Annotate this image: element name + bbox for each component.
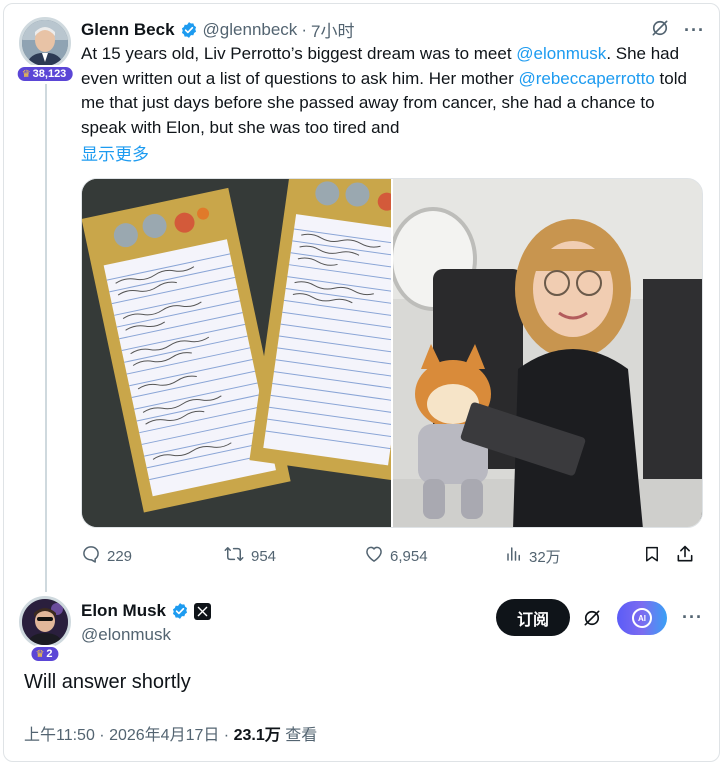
grok-icon[interactable]: [650, 18, 670, 43]
views-action[interactable]: 32万: [505, 545, 643, 567]
avatar[interactable]: [19, 596, 71, 648]
mention-link[interactable]: @rebeccaperrotto: [518, 69, 654, 88]
author-name[interactable]: Glenn Beck: [81, 20, 175, 40]
reply-count: 229: [107, 547, 133, 565]
more-icon[interactable]: ···: [682, 607, 703, 628]
views-icon[interactable]: [505, 545, 523, 567]
elon-musk-avatar-wrap[interactable]: ♛ 2: [19, 596, 71, 663]
tweet-text-segment: At 15 years old, Liv Perrotto’s biggest …: [81, 44, 517, 63]
trophy-icon: ♛: [21, 68, 31, 80]
tweet-top-icons: ···: [650, 18, 705, 43]
reply-view-label: 查看: [280, 727, 318, 744]
media-image-girl[interactable]: [393, 179, 702, 527]
repost-count: 954: [251, 547, 277, 565]
ai-button[interactable]: AI: [617, 601, 667, 635]
reply-text: Will answer shortly: [24, 671, 191, 693]
share-action[interactable]: [675, 544, 701, 568]
x-logo-icon: [194, 602, 212, 620]
author-handle[interactable]: @glennbeck: [203, 20, 298, 40]
show-more-link[interactable]: 显示更多: [81, 140, 149, 165]
author-name[interactable]: Elon Musk: [81, 601, 166, 621]
glenn-beck-avatar-wrap[interactable]: ♛ 38,123: [15, 17, 75, 83]
ai-icon: AI: [632, 608, 652, 628]
tweet-text: At 15 years old, Liv Perrotto’s biggest …: [81, 42, 701, 140]
more-icon[interactable]: ···: [684, 20, 705, 41]
bookmark-icon[interactable]: [643, 544, 661, 568]
reply-meta: 上午11:50 · 2026年4月17日 · 23.1万 查看: [24, 721, 317, 745]
trophy-icon: ♛: [35, 648, 45, 660]
media-image-letters[interactable]: [82, 179, 391, 527]
badge: ♛ 38,123: [15, 65, 75, 83]
repost-action[interactable]: 954: [223, 544, 364, 568]
tweet-header: Glenn Beck @glennbeck · 7小时: [81, 17, 354, 42]
verified-icon: [180, 21, 198, 39]
like-icon[interactable]: [364, 544, 384, 568]
tweet-actions: 229 954 6,954 32万: [81, 544, 703, 568]
views-count: 32万: [529, 548, 561, 566]
repost-icon[interactable]: [223, 544, 245, 568]
like-action[interactable]: 6,954: [364, 544, 505, 568]
separator: ·: [301, 19, 307, 39]
bookmark-action[interactable]: [643, 544, 675, 568]
reply-view-count: 23.1万: [233, 727, 281, 744]
reply-handle-row: @elonmusk: [81, 625, 171, 645]
reply-timestamp[interactable]: 上午11:50 · 2026年4月17日 ·: [24, 727, 234, 744]
reply-action[interactable]: 229: [81, 544, 223, 568]
avatar[interactable]: [19, 17, 71, 69]
share-icon[interactable]: [675, 544, 695, 568]
tweet-time[interactable]: 7小时: [311, 17, 354, 42]
grok-icon[interactable]: [582, 608, 602, 633]
reply-icon[interactable]: [81, 544, 101, 568]
verified-icon: [171, 602, 189, 620]
mention-link[interactable]: @elonmusk: [516, 44, 606, 63]
author-handle[interactable]: @elonmusk: [81, 625, 171, 645]
badge: ♛ 2: [29, 645, 61, 663]
thread-line: [45, 84, 47, 592]
like-count: 6,954: [390, 547, 428, 565]
tweet-media[interactable]: [81, 178, 703, 528]
reply-header: Elon Musk: [81, 601, 212, 621]
subscribe-button[interactable]: 订阅: [496, 599, 570, 636]
